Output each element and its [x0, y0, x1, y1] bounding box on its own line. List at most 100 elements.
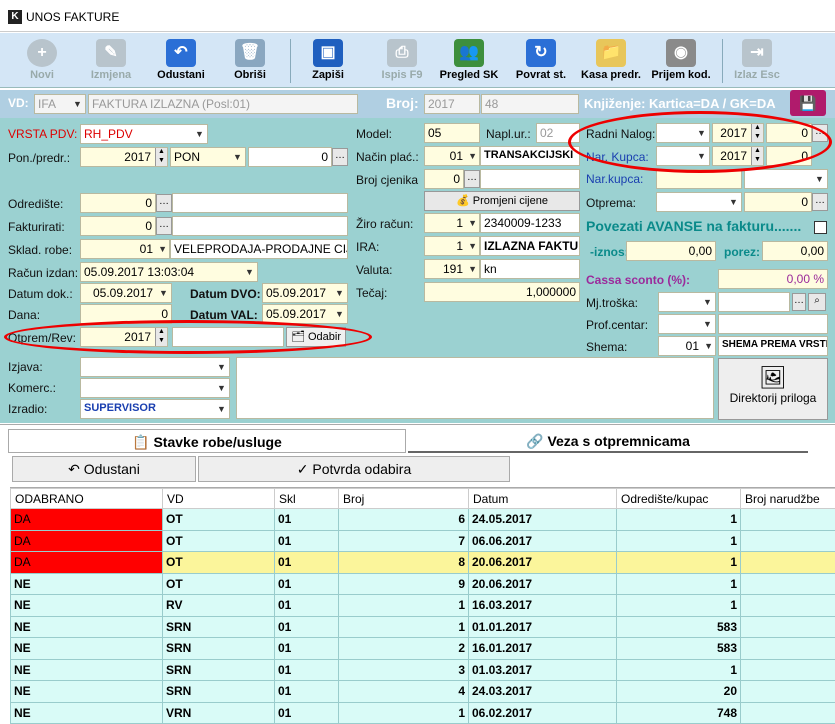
table-cell[interactable]: 9: [339, 573, 469, 595]
table-cell[interactable]: DA: [11, 530, 163, 552]
odustani-button[interactable]: ↶Odustani: [152, 33, 210, 88]
table-row[interactable]: DAOT01820.06.20171: [11, 552, 835, 574]
pon-lookup-button[interactable]: …: [332, 148, 348, 166]
table-cell[interactable]: 20.06.2017: [469, 552, 617, 574]
fakturirati-lookup-button[interactable]: …: [156, 217, 172, 235]
kasa-predr-button[interactable]: 📁Kasa predr.: [578, 33, 644, 88]
table-cell[interactable]: 583: [617, 638, 741, 660]
izlaz-button[interactable]: ⇥Izlaz Esc: [730, 33, 784, 88]
table-row[interactable]: NEOT01920.06.20171: [11, 573, 835, 595]
table-cell[interactable]: 01: [275, 530, 339, 552]
mj-troska-search-icon[interactable]: ⌕: [808, 293, 826, 311]
table-cell[interactable]: 24.05.2017: [469, 509, 617, 531]
odustani-action-button[interactable]: ↶ Odustani: [12, 456, 196, 482]
table-cell[interactable]: OT: [163, 509, 275, 531]
mj-troska-select[interactable]: ▼: [658, 292, 716, 312]
table-cell[interactable]: 8: [339, 552, 469, 574]
column-header[interactable]: Odredište/kupac: [617, 489, 741, 509]
tecaj-field[interactable]: 1,000000: [424, 282, 580, 302]
vd-select[interactable]: IFA▼: [34, 94, 86, 114]
table-cell[interactable]: 01: [275, 681, 339, 703]
table-cell[interactable]: NE: [11, 573, 163, 595]
cassa-sconto-field[interactable]: 0,00 %: [718, 269, 828, 289]
table-cell[interactable]: VRN: [163, 702, 275, 724]
table-cell[interactable]: 1: [339, 595, 469, 617]
pon-year-field[interactable]: 2017▲▼: [80, 147, 168, 167]
column-header[interactable]: Datum: [469, 489, 617, 509]
tab-veza[interactable]: 🔗 Veza s otpremnicama: [408, 429, 808, 453]
datum-dvo-select[interactable]: 05.09.2017▼: [262, 283, 348, 303]
table-cell[interactable]: 7: [339, 530, 469, 552]
table-cell[interactable]: SRN: [163, 659, 275, 681]
table-cell[interactable]: 1: [617, 530, 741, 552]
otprema-select[interactable]: ▼: [656, 192, 742, 212]
table-cell[interactable]: 01: [275, 659, 339, 681]
table-cell[interactable]: 1: [339, 702, 469, 724]
valuta-select[interactable]: 191▼: [424, 259, 480, 279]
table-cell[interactable]: NE: [11, 702, 163, 724]
avans-checkbox[interactable]: [814, 221, 827, 234]
table-cell[interactable]: 748: [617, 702, 741, 724]
otprema-number[interactable]: 0: [744, 192, 812, 212]
table-cell[interactable]: 01: [275, 573, 339, 595]
table-cell[interactable]: 1: [617, 595, 741, 617]
tab-stavke[interactable]: 📋 Stavke robe/usluge: [8, 429, 406, 453]
prijem-kod-button[interactable]: ◉Prijem kod.: [648, 33, 714, 88]
odrediste-lookup-button[interactable]: …: [156, 194, 172, 212]
table-cell[interactable]: [741, 595, 835, 617]
mj-troska-lookup-button[interactable]: …: [792, 293, 806, 311]
porez-field[interactable]: 0,00: [762, 241, 828, 261]
obrisi-button[interactable]: 🗑Obriši: [228, 33, 272, 88]
racun-datetime-select[interactable]: 05.09.2017 13:03:04▼: [80, 262, 258, 282]
nacin-select[interactable]: 01▼: [424, 146, 480, 166]
table-cell[interactable]: [741, 638, 835, 660]
table-cell[interactable]: 01.03.2017: [469, 659, 617, 681]
table-cell[interactable]: 06.02.2017: [469, 702, 617, 724]
shema-select[interactable]: 01▼: [658, 336, 716, 356]
table-cell[interactable]: 3: [339, 659, 469, 681]
table-cell[interactable]: DA: [11, 552, 163, 574]
model-field[interactable]: 05: [424, 123, 480, 143]
ispis-button[interactable]: ⎙Ispis F9: [376, 33, 428, 88]
table-cell[interactable]: 1: [617, 509, 741, 531]
pon-number-field[interactable]: 0: [248, 147, 332, 167]
promjeni-cijene-button[interactable]: 💰 Promjeni cijene: [424, 191, 580, 211]
table-cell[interactable]: [741, 509, 835, 531]
datum-val-select[interactable]: 05.09.2017▼: [262, 304, 348, 324]
table-cell[interactable]: 01: [275, 702, 339, 724]
table-cell[interactable]: 01: [275, 638, 339, 660]
table-row[interactable]: NESRN01424.03.201720: [11, 681, 835, 703]
table-cell[interactable]: 1: [617, 573, 741, 595]
broj-number-field[interactable]: 48: [481, 94, 579, 114]
table-cell[interactable]: 1: [617, 552, 741, 574]
novi-button[interactable]: +Novi: [20, 33, 64, 88]
table-cell[interactable]: 20: [617, 681, 741, 703]
ira-select[interactable]: 1▼: [424, 236, 480, 256]
sklad-select[interactable]: 01▼: [80, 239, 170, 259]
table-cell[interactable]: 1: [617, 659, 741, 681]
table-cell[interactable]: 16.03.2017: [469, 595, 617, 617]
table-cell[interactable]: NE: [11, 616, 163, 638]
broj-year-field[interactable]: 2017: [424, 94, 480, 114]
table-cell[interactable]: DA: [11, 509, 163, 531]
table-cell[interactable]: 06.06.2017: [469, 530, 617, 552]
otprema-lookup-button[interactable]: …: [812, 193, 828, 211]
zapisi-button[interactable]: ▣Zapiši: [306, 33, 350, 88]
table-row[interactable]: DAOT01706.06.20171: [11, 530, 835, 552]
column-header[interactable]: Skl: [275, 489, 339, 509]
table-cell[interactable]: OT: [163, 530, 275, 552]
table-cell[interactable]: 01: [275, 509, 339, 531]
izjava-select[interactable]: ▼: [80, 357, 230, 377]
table-cell[interactable]: [741, 702, 835, 724]
table-cell[interactable]: 01: [275, 595, 339, 617]
izradio-select[interactable]: SUPERVISOR▼: [80, 399, 230, 419]
datum-dok-select[interactable]: 05.09.2017▼: [80, 283, 172, 303]
cjenik-field[interactable]: 0: [424, 169, 464, 189]
table-cell[interactable]: [741, 530, 835, 552]
table-cell[interactable]: 20.06.2017: [469, 573, 617, 595]
table-cell[interactable]: OT: [163, 552, 275, 574]
odrediste-field[interactable]: 0: [80, 193, 156, 213]
table-cell[interactable]: RV: [163, 595, 275, 617]
table-cell[interactable]: [741, 552, 835, 574]
column-header[interactable]: ODABRANO: [11, 489, 163, 509]
